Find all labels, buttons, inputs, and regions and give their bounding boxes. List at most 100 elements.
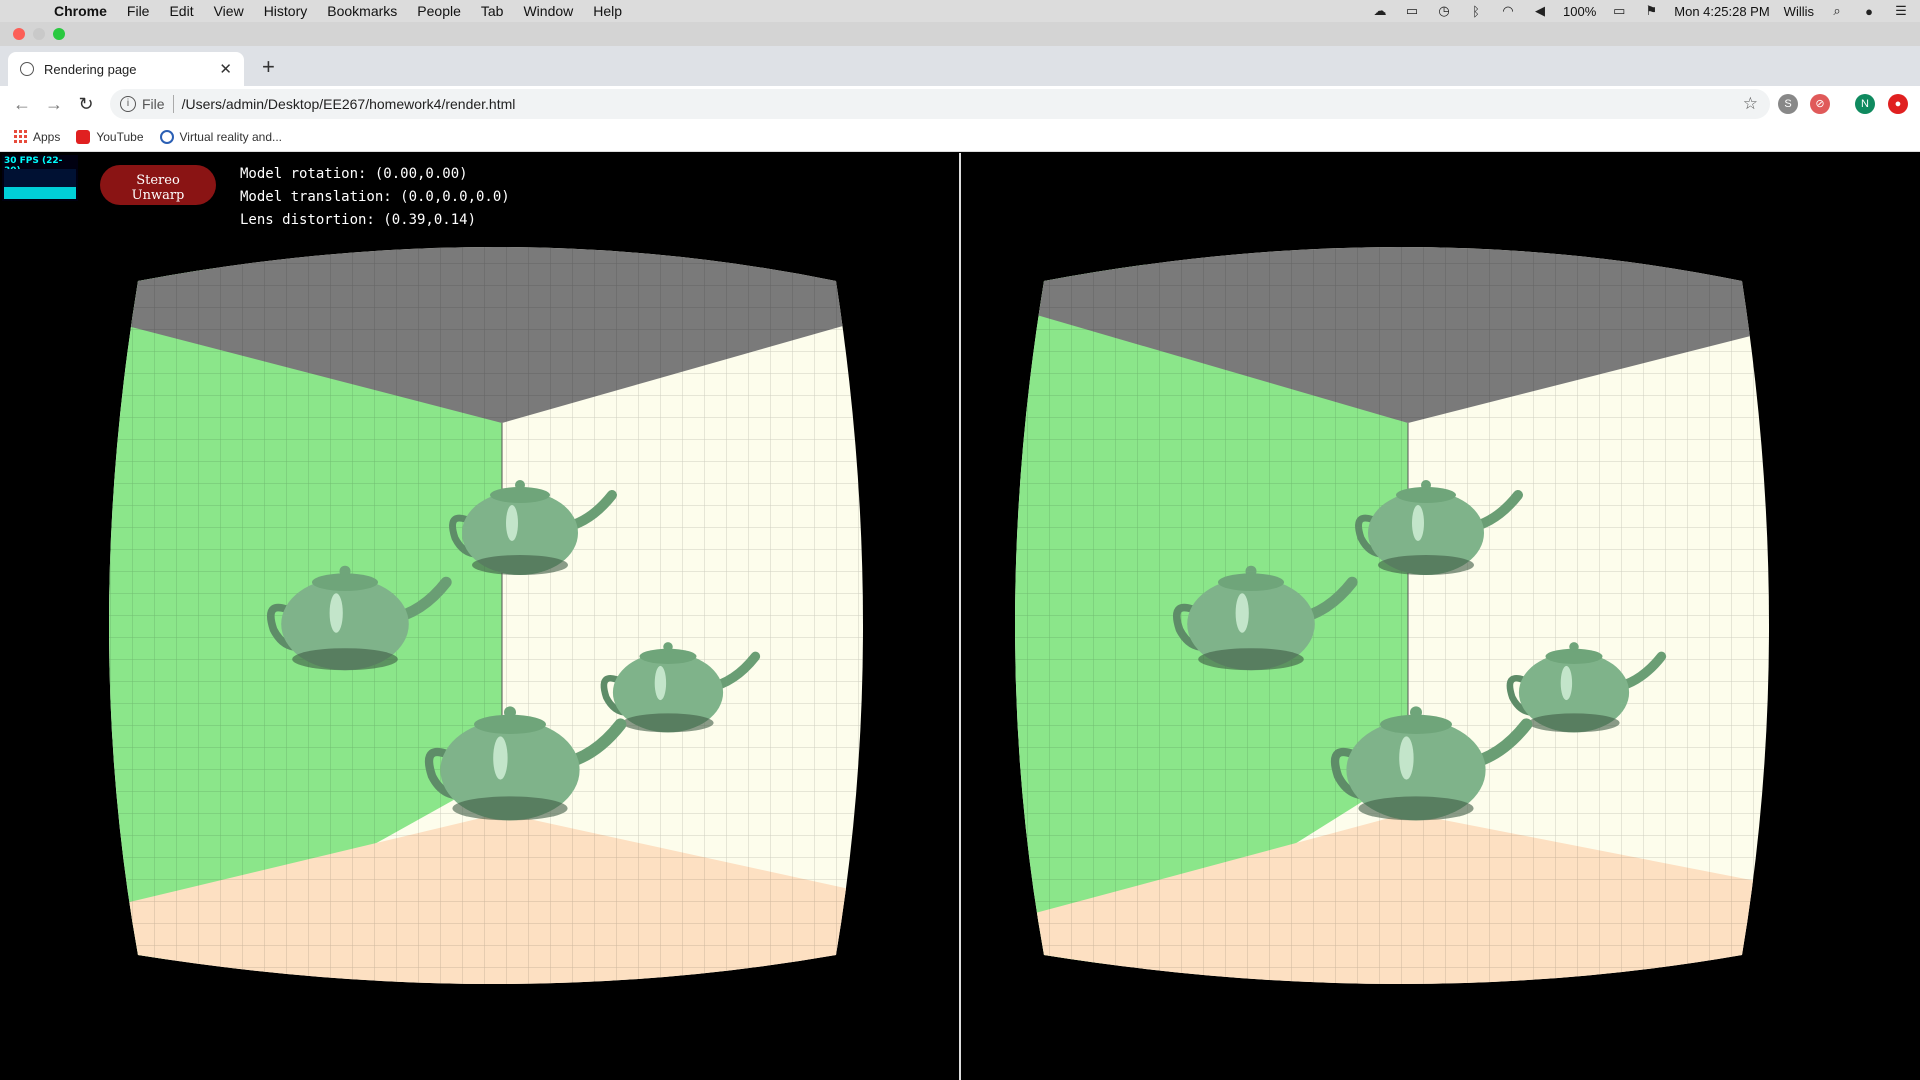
extension-skype-icon[interactable]: S [1778, 94, 1798, 114]
menu-view[interactable]: View [214, 3, 244, 19]
bookmark-apps-label: Apps [33, 129, 61, 144]
reload-button[interactable]: ↻ [70, 94, 102, 115]
teapot-highlight [493, 736, 508, 780]
teapot-knob [1410, 706, 1422, 719]
teapot-highlight [329, 593, 343, 633]
teapot-shadow [292, 648, 398, 671]
window-close-button[interactable] [13, 28, 25, 40]
tab-rendering-page[interactable]: Rendering page ✕ [8, 52, 244, 86]
menu-window[interactable]: Window [523, 3, 573, 19]
unwarp-label: Unwarp [131, 187, 185, 203]
menu-history[interactable]: History [264, 3, 308, 19]
cloud-icon[interactable]: ☁ [1371, 3, 1389, 19]
menu-people[interactable]: People [417, 3, 461, 19]
menu-bookmarks[interactable]: Bookmarks [327, 3, 397, 19]
macos-menubar: Chrome File Edit View History Bookmarks … [0, 0, 1920, 22]
teapot-shadow [1198, 648, 1304, 671]
teapot-highlight [1235, 593, 1249, 633]
teapot-knob [1421, 480, 1431, 490]
apps-grid-icon [14, 130, 27, 143]
tile-grid [1015, 247, 1769, 984]
model-translation-text: Model translation: (0.0,0.0,0.0) [240, 189, 510, 205]
teapot-highlight [506, 505, 518, 541]
teapot-knob [339, 565, 351, 577]
teapot-shadow [472, 555, 568, 575]
flag-icon[interactable]: ⚑ [1642, 3, 1660, 19]
teapot-knob [1245, 565, 1257, 577]
time-machine-icon[interactable]: ◷ [1435, 3, 1453, 19]
teapot-shadow [1378, 555, 1474, 575]
menu-tab[interactable]: Tab [481, 3, 504, 19]
window-maximize-button[interactable] [53, 28, 65, 40]
bookmark-youtube[interactable]: YouTube [76, 129, 144, 144]
teapot-shadow [622, 713, 714, 733]
bookmark-youtube-label: YouTube [96, 129, 144, 144]
extension-blocker-icon[interactable]: ⊘ [1810, 94, 1830, 114]
youtube-icon [76, 129, 91, 144]
window-titlebar [0, 22, 1920, 46]
stereo-label: Stereo [136, 172, 180, 188]
fps-stats-panel[interactable]: 30 FPS (22-30) [2, 155, 78, 201]
menubar-clock[interactable]: Mon 4:25:28 PM [1674, 4, 1769, 19]
teapot-shadow [1528, 713, 1620, 733]
new-tab-button[interactable]: + [262, 54, 275, 80]
right-eye-view [961, 153, 1920, 1080]
model-info-panel: Model rotation: (0.00,0.00) Model transla… [240, 163, 510, 232]
bookmark-virtual-reality-label: Virtual reality and... [179, 129, 283, 144]
wifi-icon[interactable]: ◠ [1499, 3, 1517, 19]
airplay-icon[interactable]: ▭ [1403, 3, 1421, 19]
tile-grid [109, 247, 863, 984]
room [109, 247, 863, 984]
fps-graph [4, 169, 76, 187]
battery-percent: 100% [1563, 3, 1597, 19]
bookmark-star-icon[interactable]: ☆ [1743, 94, 1758, 114]
info-icon[interactable]: i [120, 96, 136, 112]
spotlight-search-icon[interactable]: ⌕ [1828, 3, 1846, 19]
bluetooth-icon[interactable]: ᛒ [1467, 4, 1485, 19]
menubar-status-area: ☁ ▭ ◷ ᛒ ◠ ◀ 100% ▭ ⚑ Mon 4:25:28 PM Will… [1371, 0, 1910, 22]
teapot-knob [515, 480, 525, 490]
teapot-highlight [1560, 665, 1573, 701]
tab-close-icon[interactable]: ✕ [219, 60, 232, 78]
window-minimize-button[interactable] [33, 28, 45, 40]
room [1015, 247, 1769, 984]
menu-help[interactable]: Help [593, 3, 622, 19]
url-text[interactable]: /Users/admin/Desktop/EE267/homework4/ren… [182, 96, 516, 112]
teapot-shadow [452, 796, 568, 821]
teapot-shadow [1358, 796, 1474, 821]
extension-red-icon[interactable]: ● [1888, 94, 1908, 114]
notification-center-icon[interactable]: ☰ [1892, 3, 1910, 19]
url-separator [172, 95, 174, 113]
left-eye-scene [109, 247, 863, 984]
siri-icon[interactable]: ● [1860, 4, 1878, 19]
browser-toolbar: ← → ↻ i File /Users/admin/Desktop/EE267/… [0, 86, 1920, 122]
fps-bar [4, 187, 76, 199]
back-button[interactable]: ← [6, 94, 38, 115]
teapot-knob [504, 706, 516, 719]
bookmark-apps[interactable]: Apps [14, 130, 60, 144]
teapot-highlight [1399, 736, 1414, 780]
left-eye-view [0, 153, 959, 1080]
teapot-highlight [1412, 505, 1424, 541]
teapot-knob [1569, 642, 1579, 652]
stereo-unwarp-button[interactable]: Stereo Unwarp [100, 165, 216, 205]
tab-title: Rendering page [44, 61, 137, 77]
volume-icon[interactable]: ◀ [1531, 3, 1549, 19]
model-rotation-text: Model rotation: (0.00,0.00) [240, 166, 468, 182]
render-canvas-area[interactable]: 30 FPS (22-30) Stereo Unwarp Model rotat… [0, 153, 1920, 1080]
right-eye-scene [1015, 247, 1769, 984]
menu-app-chrome[interactable]: Chrome [54, 3, 107, 19]
eye-divider [959, 153, 961, 1080]
site-icon [159, 129, 174, 144]
url-scheme-label: File [142, 96, 165, 112]
forward-button[interactable]: → [38, 94, 70, 115]
menubar-user[interactable]: Willis [1784, 4, 1814, 19]
teapot-knob [663, 642, 673, 652]
battery-icon[interactable]: ▭ [1610, 3, 1628, 19]
menu-file[interactable]: File [127, 3, 150, 19]
profile-avatar[interactable]: N [1855, 94, 1875, 114]
menu-edit[interactable]: Edit [169, 3, 193, 19]
address-bar[interactable]: i File /Users/admin/Desktop/EE267/homewo… [110, 89, 1770, 119]
bookmark-virtual-reality[interactable]: Virtual reality and... [159, 129, 283, 144]
lens-distortion-text: Lens distortion: (0.39,0.14) [240, 212, 477, 228]
